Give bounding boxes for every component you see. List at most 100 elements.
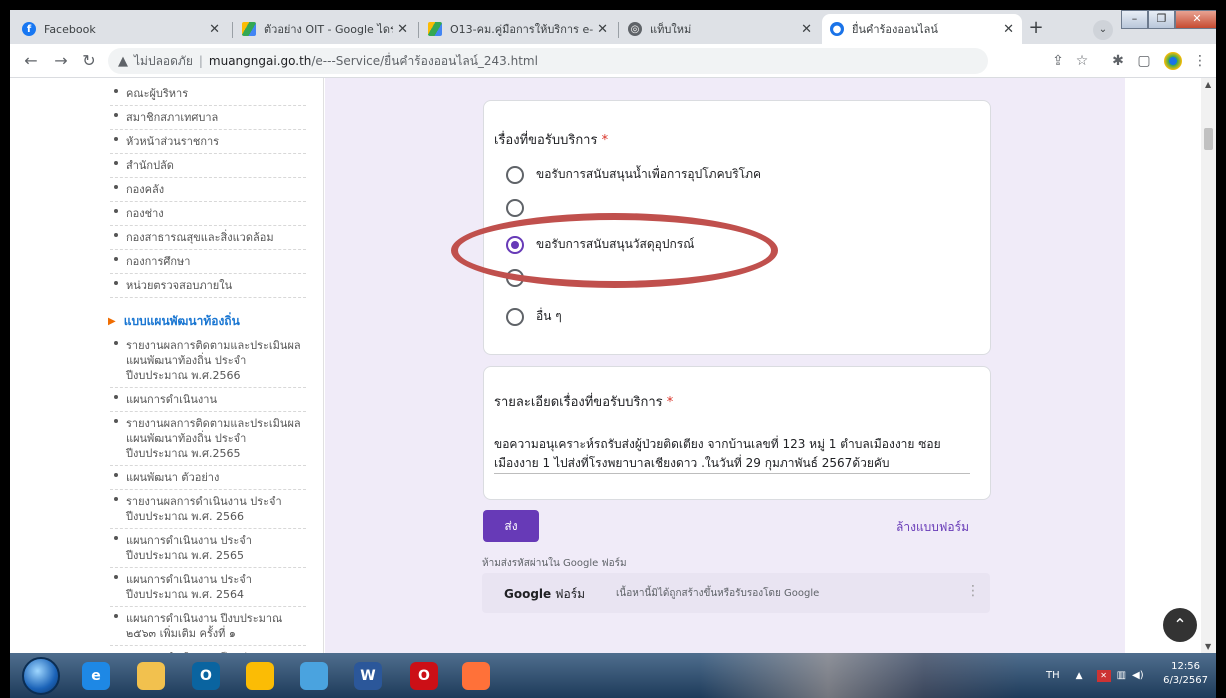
maximize-button[interactable]: ❐ xyxy=(1148,10,1175,29)
close-icon[interactable]: ✕ xyxy=(597,22,608,37)
close-icon[interactable]: ✕ xyxy=(209,22,220,37)
sidebar-item[interactable]: รายงานผลการติดตามและประเมินผลแผนพัฒนาท้อ… xyxy=(110,334,306,388)
sidebar-item[interactable]: กองช่าง xyxy=(110,202,306,226)
clock-date: 6/3/2567 xyxy=(1163,675,1208,686)
sidebar-item[interactable]: แผนการดำเนินงาน ประจำปีงบประมาณ พ.ศ. 256… xyxy=(110,529,306,568)
clock[interactable]: 12:56 6/3/2567 xyxy=(1163,660,1208,688)
radio-option[interactable]: อื่น ๆ xyxy=(506,307,562,326)
sidebar-item[interactable]: รายงานผลการติดตามและประเมินผลแผนพัฒนาท้อ… xyxy=(110,412,306,466)
tab-drive-o13[interactable]: O13-คม.คู่มือการให้บริการ e-servic ✕ xyxy=(420,14,616,44)
clear-form-link[interactable]: ล้างแบบฟอร์ม xyxy=(896,518,969,537)
radio-button[interactable] xyxy=(506,199,524,217)
taskbar-app[interactable]: W xyxy=(342,657,394,695)
sidebar-item[interactable]: หน่วยตรวจสอบภายใน xyxy=(110,274,306,298)
bookmark-star-icon[interactable]: ☆ xyxy=(1072,51,1092,71)
file-explorer-icon xyxy=(137,662,165,690)
back-to-top-button[interactable]: ⌃ xyxy=(1163,608,1197,642)
tab-new-tab[interactable]: ◎ แท็บใหม่ ✕ xyxy=(620,14,820,44)
radio-option[interactable]: ขอรับการสนับสนุนน้ำเพื่อการอุปโภคบริโภค xyxy=(506,165,761,184)
taskbar-app[interactable]: e xyxy=(70,657,122,695)
taskbar-app[interactable] xyxy=(125,657,177,695)
google-forms-logo[interactable]: Google ฟอร์ม xyxy=(504,585,585,604)
windows-taskbar: eOWO TH ▲ ✕ ▥ ◀) 12:56 6/3/2567 xyxy=(10,653,1216,698)
more-vert-icon[interactable]: ⋮ xyxy=(966,583,980,599)
answer-line: ขอความอนุเคราะห์รถรับส่งผู้ป่วยติดเตียง … xyxy=(494,437,941,451)
answer-textarea[interactable]: ขอความอนุเคราะห์รถรับส่งผู้ป่วยติดเตียง … xyxy=(494,435,970,473)
outlook-icon: O xyxy=(192,662,220,690)
tab-drive-oit[interactable]: ตัวอย่าง OIT - Google ไดรฟ์ ✕ xyxy=(234,14,416,44)
minimize-button[interactable]: – xyxy=(1121,10,1148,29)
tab-title: แท็บใหม่ xyxy=(650,23,692,36)
taskbar-app[interactable] xyxy=(450,657,502,695)
close-icon[interactable]: ✕ xyxy=(397,22,408,37)
ie-icon: e xyxy=(82,662,110,690)
share-icon[interactable]: ⇪ xyxy=(1048,51,1068,71)
radio-button[interactable] xyxy=(506,307,524,326)
vertical-scrollbar[interactable]: ▲ ▼ xyxy=(1201,78,1216,653)
back-arrow-icon[interactable]: ← xyxy=(20,50,42,72)
radio-option[interactable] xyxy=(506,199,536,217)
new-tab-button[interactable]: + xyxy=(1025,18,1047,40)
drive-icon xyxy=(428,22,442,36)
sidebar-item[interactable]: กองสาธารณสุขและสิ่งแวดล้อม xyxy=(110,226,306,250)
forward-arrow-icon[interactable]: → xyxy=(50,50,72,72)
scroll-up-arrow-icon[interactable]: ▲ xyxy=(1205,80,1211,89)
taskbar-app[interactable] xyxy=(288,657,340,695)
reload-icon[interactable]: ↻ xyxy=(78,50,100,72)
start-button[interactable] xyxy=(22,657,60,695)
sidebar-section-heading[interactable]: ▶ แบบแผนพัฒนาท้องถิ่น xyxy=(108,312,240,331)
sidebar-menu: คณะผู้บริหาร สมาชิกสภาเทศบาล หัวหน้าส่วนรา… xyxy=(110,82,306,298)
volume-icon[interactable]: ◀) xyxy=(1132,670,1144,681)
sidebar-item[interactable]: กองคลัง xyxy=(110,178,306,202)
network-icon[interactable]: ▥ xyxy=(1117,670,1126,681)
scroll-down-arrow-icon[interactable]: ▼ xyxy=(1205,642,1211,651)
close-icon[interactable]: ✕ xyxy=(1003,22,1014,37)
sidebar-item[interactable]: แผนการดำเนินงาน ปีงบประมาณ xyxy=(110,646,306,653)
profile-avatar[interactable] xyxy=(1164,52,1182,70)
sidebar-item[interactable]: กองการศึกษา xyxy=(110,250,306,274)
tray-expand-icon[interactable]: ▲ xyxy=(1076,671,1083,681)
url-domain: muangngai.go.th xyxy=(208,54,312,68)
tab-online-request[interactable]: ● ยื่นคำร้องออนไลน์ ✕ xyxy=(822,14,1022,44)
url-path: /e---Service/ยื่นคำร้องออนไลน์_243.html xyxy=(311,53,538,68)
tab-title: ยื่นคำร้องออนไลน์ xyxy=(852,23,938,36)
sidebar-item[interactable]: แผนการดำเนินงาน ประจำปีงบประมาณ พ.ศ. 256… xyxy=(110,568,306,607)
opera-icon: O xyxy=(410,662,438,690)
scrollbar-thumb[interactable] xyxy=(1204,128,1213,150)
action-center-flag-icon[interactable]: ✕ xyxy=(1096,669,1111,682)
sidebar-item[interactable]: แผนการดำเนินงาน xyxy=(110,388,306,412)
drive-icon xyxy=(242,22,256,36)
browser-window: f Facebook ✕ ตัวอย่าง OIT - Google ไดรฟ์… xyxy=(10,10,1216,698)
close-icon[interactable]: ✕ xyxy=(801,22,812,37)
address-bar[interactable]: ▲ ไม่ปลอดภัย | muangngai.go.th/e---Servi… xyxy=(108,48,988,74)
submit-button[interactable]: ส่ง xyxy=(483,510,539,542)
answer-line: เมืองงาย 1 ไปส่งที่โรงพยาบาลเชียงดาว .ใน… xyxy=(494,456,890,470)
google-forms-footer: Google ฟอร์ม เนื้อหานี้มิได้ถูกสร้างขึ้น… xyxy=(482,573,990,613)
page-viewport: คณะผู้บริหาร สมาชิกสภาเทศบาล หัวหน้าส่วนรา… xyxy=(10,78,1216,653)
more-menu-icon[interactable]: ⋮ xyxy=(1190,51,1210,71)
sidebar: คณะผู้บริหาร สมาชิกสภาเทศบาล หัวหน้าส่วนรา… xyxy=(78,78,324,653)
sidebar-item[interactable]: หัวหน้าส่วนราชการ xyxy=(110,130,306,154)
taskbar-app[interactable]: O xyxy=(398,657,450,695)
language-indicator[interactable]: TH xyxy=(1046,670,1060,681)
taskbar-app[interactable] xyxy=(234,657,286,695)
taskbar-app[interactable]: O xyxy=(180,657,232,695)
word-icon: W xyxy=(354,662,382,690)
tab-title: ตัวอย่าง OIT - Google ไดรฟ์ xyxy=(264,23,394,36)
sidebar-item[interactable]: สมาชิกสภาเทศบาล xyxy=(110,106,306,130)
sidebar-item[interactable]: รายงานผลการดำเนินงาน ประจำปีงบประมาณ พ.ศ… xyxy=(110,490,306,529)
window-close-button[interactable]: ✕ xyxy=(1175,10,1216,29)
side-panel-icon[interactable]: ▢ xyxy=(1134,51,1154,71)
extensions-puzzle-icon[interactable]: ✱ xyxy=(1108,51,1128,71)
sidebar-item[interactable]: คณะผู้บริหาร xyxy=(110,82,306,106)
tab-search-chevron-icon[interactable]: ⌄ xyxy=(1093,20,1113,40)
tab-facebook[interactable]: f Facebook ✕ xyxy=(14,14,228,44)
chrome-icon xyxy=(246,662,274,690)
annotation-ellipse xyxy=(451,213,778,288)
tab-divider xyxy=(418,22,419,38)
sidebar-item[interactable]: แผนพัฒนา ตัวอย่าง xyxy=(110,466,306,490)
question-title: เรื่องที่ขอรับบริการ * xyxy=(494,129,608,150)
sidebar-item[interactable]: สำนักปลัด xyxy=(110,154,306,178)
sidebar-item[interactable]: แผนการดำเนินงาน ปีงบประมาณ ๒๕๖๓ เพิ่มเติ… xyxy=(110,607,306,646)
radio-button[interactable] xyxy=(506,165,524,184)
